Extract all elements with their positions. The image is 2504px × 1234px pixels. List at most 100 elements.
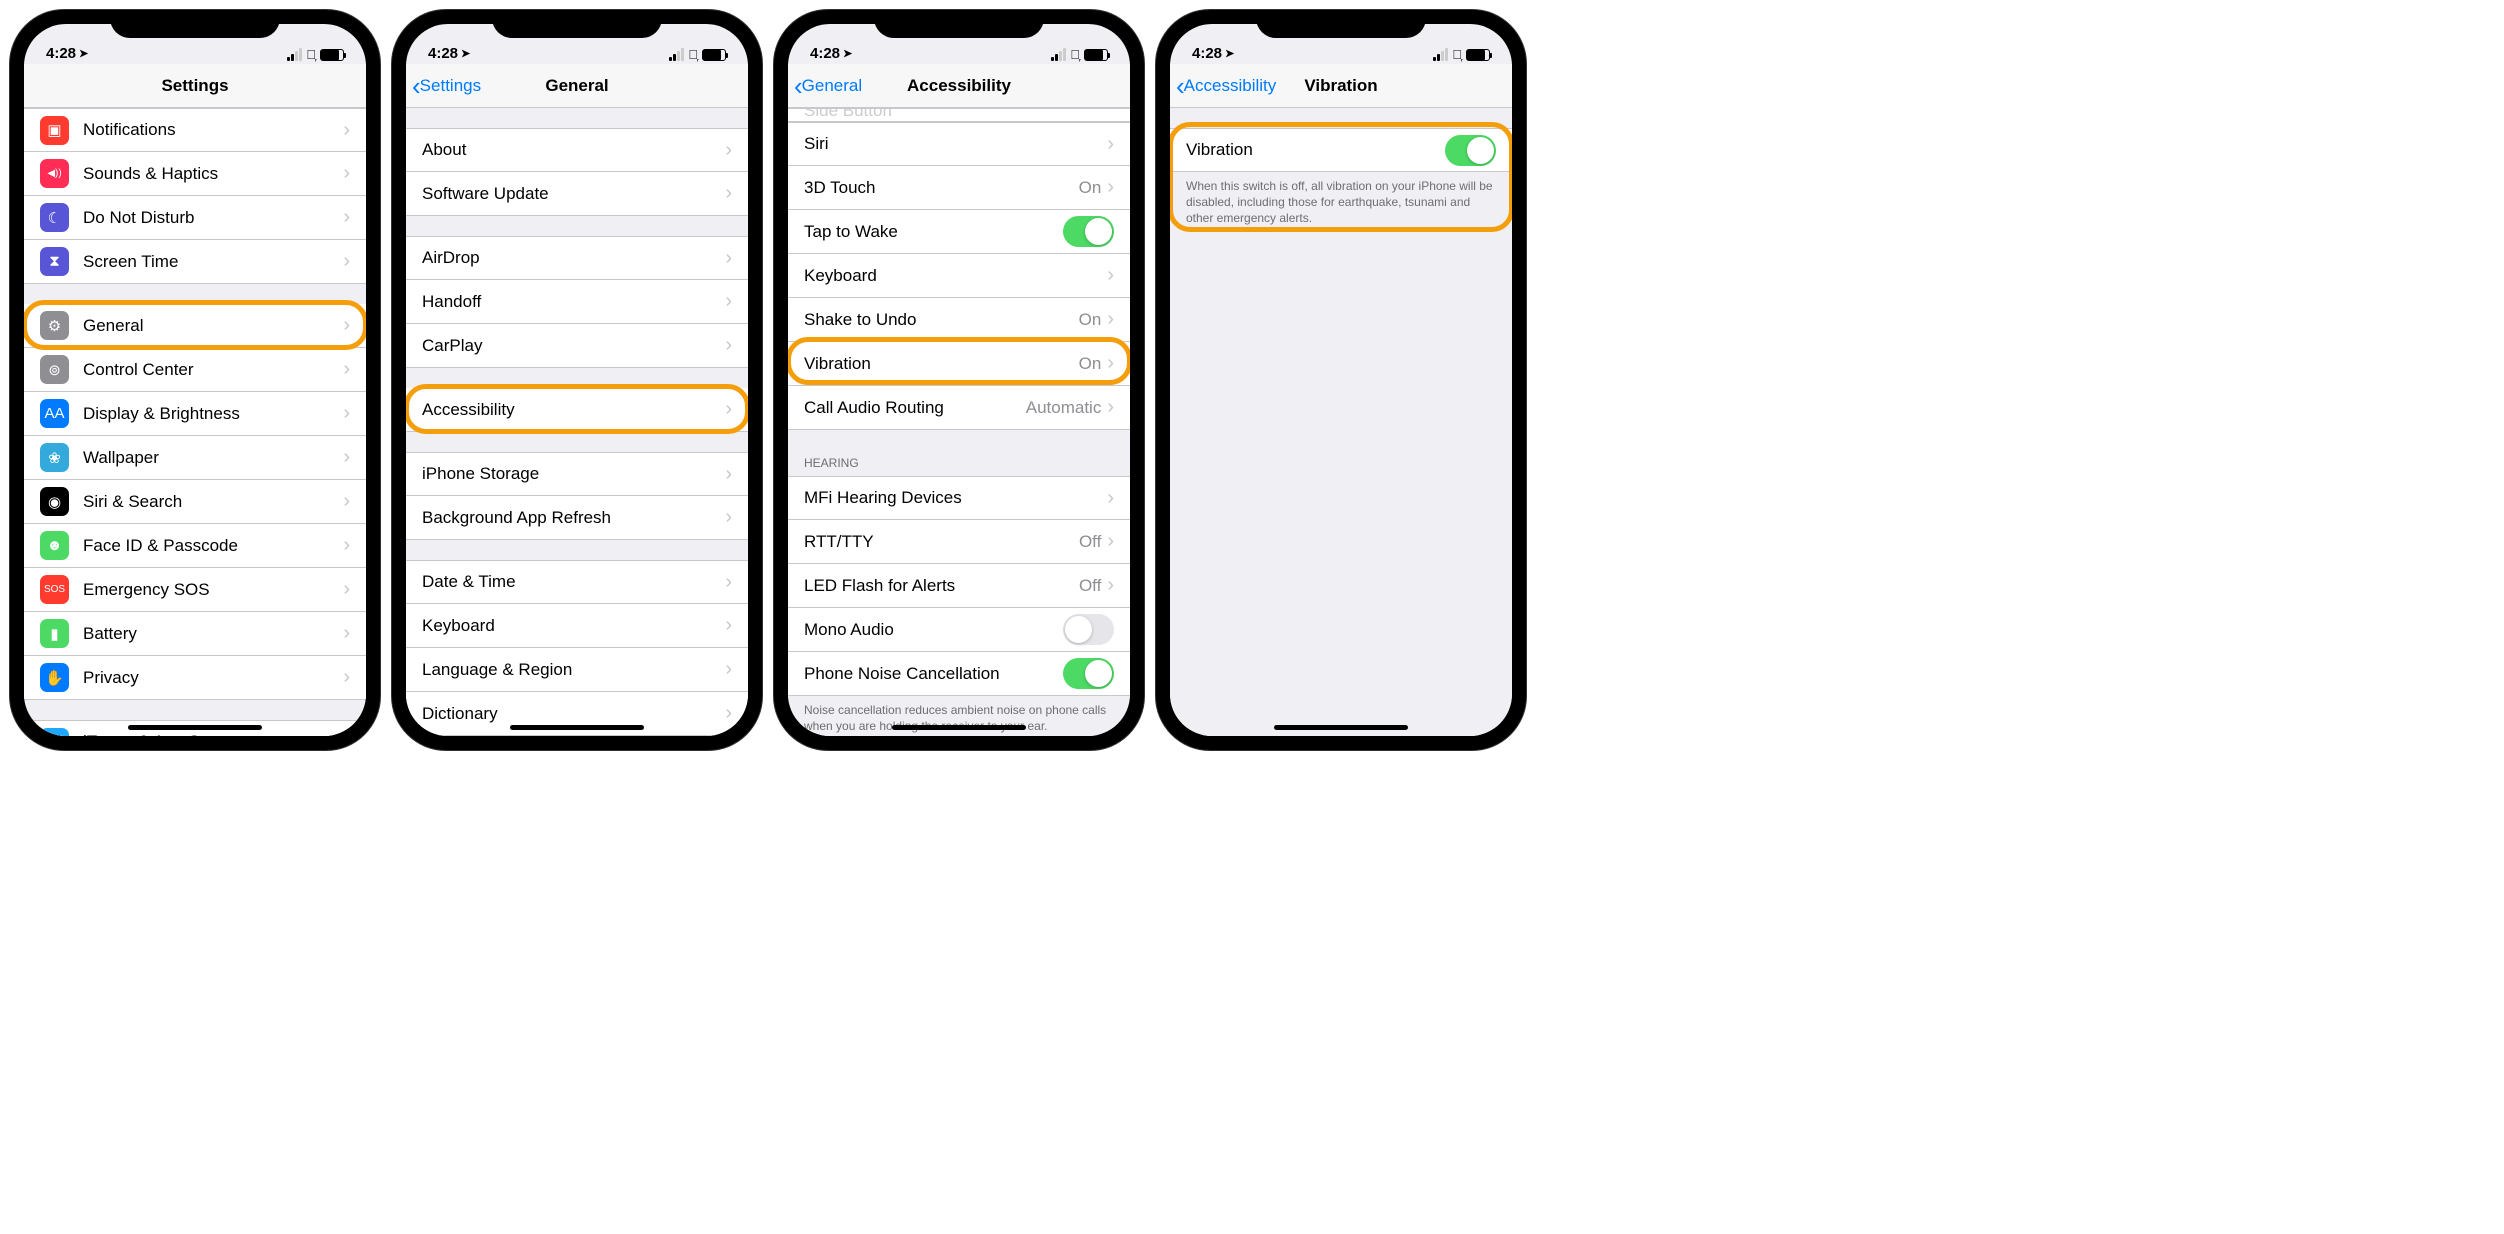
control-icon: ⊚ bbox=[40, 355, 69, 384]
wifi-icon: ◉᷊ bbox=[1452, 47, 1462, 62]
toggle-phone-noise-cancellation[interactable] bbox=[1063, 658, 1114, 689]
row-privacy[interactable]: ✋ Privacy › bbox=[24, 656, 366, 700]
row-iphone-storage[interactable]: iPhone Storage › bbox=[406, 452, 748, 496]
row-side-button-partial[interactable]: Side Button bbox=[788, 108, 1130, 122]
page-title: General bbox=[545, 76, 608, 96]
row-date-time[interactable]: Date & Time › bbox=[406, 560, 748, 604]
row-wallpaper[interactable]: ❀ Wallpaper › bbox=[24, 436, 366, 480]
settings-group-notifications: ▣ Notifications › ◀︎)) Sounds & Haptics … bbox=[24, 108, 366, 284]
vibration-group: Vibration When this switch is off, all v… bbox=[1170, 128, 1512, 233]
group-header-hearing: HEARING bbox=[788, 450, 1130, 476]
itunes-icon: A bbox=[40, 728, 69, 737]
chevron-right-icon: › bbox=[1107, 133, 1114, 156]
row-vibration-toggle[interactable]: Vibration bbox=[1170, 128, 1512, 172]
status-time: 4:28 bbox=[810, 45, 840, 62]
chevron-right-icon: › bbox=[1107, 176, 1114, 199]
dnd-icon: ☾ bbox=[40, 203, 69, 232]
row--d-touch[interactable]: 3D TouchOn› bbox=[788, 166, 1130, 210]
row-airdrop[interactable]: AirDrop › bbox=[406, 236, 748, 280]
row-mono-audio[interactable]: Mono Audio bbox=[788, 608, 1130, 652]
row-rtt-tty[interactable]: RTT/TTYOff› bbox=[788, 520, 1130, 564]
screentime-icon: ⧗ bbox=[40, 247, 69, 276]
home-indicator[interactable] bbox=[128, 725, 262, 730]
chevron-right-icon: › bbox=[725, 658, 732, 681]
row-faceid[interactable]: ☻ Face ID & Passcode › bbox=[24, 524, 366, 568]
row-handoff[interactable]: Handoff › bbox=[406, 280, 748, 324]
toggle-tap-to-wake[interactable] bbox=[1063, 216, 1114, 247]
vibration-toggle[interactable] bbox=[1445, 135, 1496, 166]
back-button[interactable]: ‹General bbox=[794, 73, 862, 99]
nav-bar: Settings bbox=[24, 64, 366, 108]
toggle-mono-audio[interactable] bbox=[1063, 614, 1114, 645]
row-call-audio-routing[interactable]: Call Audio RoutingAutomatic› bbox=[788, 386, 1130, 430]
home-indicator[interactable] bbox=[1274, 725, 1408, 730]
row-carplay[interactable]: CarPlay › bbox=[406, 324, 748, 368]
row-sounds[interactable]: ◀︎)) Sounds & Haptics › bbox=[24, 152, 366, 196]
row-shake-to-undo[interactable]: Shake to UndoOn› bbox=[788, 298, 1130, 342]
row-battery[interactable]: ▮ Battery › bbox=[24, 612, 366, 656]
vibration-footer: When this switch is off, all vibration o… bbox=[1170, 172, 1512, 233]
status-bar: 4:28➤ ◉᷊ bbox=[406, 24, 748, 64]
chevron-right-icon: › bbox=[725, 506, 732, 529]
row-led-flash-for-alerts[interactable]: LED Flash for AlertsOff› bbox=[788, 564, 1130, 608]
row-label: Date & Time bbox=[422, 572, 725, 592]
row-label: CarPlay bbox=[422, 336, 725, 356]
row-siri[interactable]: Siri› bbox=[788, 122, 1130, 166]
general-group-storage: iPhone Storage › Background App Refresh … bbox=[406, 452, 748, 540]
home-indicator[interactable] bbox=[510, 725, 644, 730]
row-vibration[interactable]: VibrationOn› bbox=[788, 342, 1130, 386]
row-label: Siri bbox=[804, 134, 1107, 154]
location-icon: ➤ bbox=[843, 47, 852, 60]
row-screentime[interactable]: ⧗ Screen Time › bbox=[24, 240, 366, 284]
general-group-accessibility: Accessibility › bbox=[406, 388, 748, 432]
row-label: Background App Refresh bbox=[422, 508, 725, 528]
chevron-right-icon: › bbox=[1107, 530, 1114, 553]
row-software-update[interactable]: Software Update › bbox=[406, 172, 748, 216]
row-tap-to-wake[interactable]: Tap to Wake bbox=[788, 210, 1130, 254]
row-language-region[interactable]: Language & Region › bbox=[406, 648, 748, 692]
row-control[interactable]: ⊚ Control Center › bbox=[24, 348, 366, 392]
row-phone-noise-cancellation[interactable]: Phone Noise Cancellation bbox=[788, 652, 1130, 696]
row-dnd[interactable]: ☾ Do Not Disturb › bbox=[24, 196, 366, 240]
row-detail: On bbox=[1079, 178, 1102, 198]
row-accessibility[interactable]: Accessibility › bbox=[406, 388, 748, 432]
row-label: Vibration bbox=[1186, 140, 1445, 160]
row-label: iTunes & App Store bbox=[83, 732, 343, 736]
row-label: RTT/TTY bbox=[804, 532, 1079, 552]
row-display[interactable]: AA Display & Brightness › bbox=[24, 392, 366, 436]
back-button[interactable]: ‹Accessibility bbox=[1176, 73, 1276, 99]
phone-2: 4:28➤ ◉᷊ ‹Settings General About › Softw… bbox=[392, 10, 762, 750]
page-title: Vibration bbox=[1304, 76, 1377, 96]
row-label: Privacy bbox=[83, 668, 343, 688]
row-about[interactable]: About › bbox=[406, 128, 748, 172]
home-indicator[interactable] bbox=[892, 725, 1026, 730]
status-time: 4:28 bbox=[428, 45, 458, 62]
location-icon: ➤ bbox=[79, 47, 88, 60]
row-label: Battery bbox=[83, 624, 343, 644]
chevron-right-icon: › bbox=[343, 578, 350, 601]
chevron-right-icon: › bbox=[725, 182, 732, 205]
chevron-right-icon: › bbox=[725, 398, 732, 421]
row-general[interactable]: ⚙ General › bbox=[24, 304, 366, 348]
row-label: 3D Touch bbox=[804, 178, 1079, 198]
status-bar: 4:28➤ ◉᷊ bbox=[24, 24, 366, 64]
row-keyboard[interactable]: Keyboard› bbox=[788, 254, 1130, 298]
battery-icon bbox=[702, 49, 726, 61]
chevron-right-icon: › bbox=[1107, 574, 1114, 597]
row-label: iPhone Storage bbox=[422, 464, 725, 484]
row-label: Sounds & Haptics bbox=[83, 164, 343, 184]
phone-3: 4:28➤ ◉᷊ ‹General Accessibility Side But… bbox=[774, 10, 1144, 750]
row-notif[interactable]: ▣ Notifications › bbox=[24, 108, 366, 152]
row-background-app-refresh[interactable]: Background App Refresh › bbox=[406, 496, 748, 540]
general-group-about: About › Software Update › bbox=[406, 128, 748, 216]
status-bar: 4:28➤ ◉᷊ bbox=[1170, 24, 1512, 64]
back-button[interactable]: ‹Settings bbox=[412, 73, 481, 99]
row-label: Accessibility bbox=[422, 400, 725, 420]
row-mfi-hearing-devices[interactable]: MFi Hearing Devices› bbox=[788, 476, 1130, 520]
chevron-right-icon: › bbox=[343, 666, 350, 689]
row-sos[interactable]: SOS Emergency SOS › bbox=[24, 568, 366, 612]
wifi-icon: ◉᷊ bbox=[306, 47, 316, 62]
row-siri[interactable]: ◉ Siri & Search › bbox=[24, 480, 366, 524]
row-keyboard[interactable]: Keyboard › bbox=[406, 604, 748, 648]
row-label: Tap to Wake bbox=[804, 222, 1063, 242]
